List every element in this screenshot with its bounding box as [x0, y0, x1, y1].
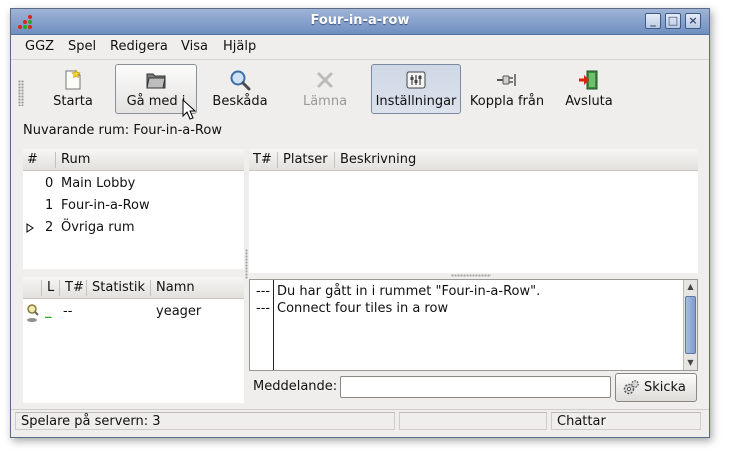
close-icon: ×	[688, 14, 698, 27]
watch-button[interactable]: Beskåda	[205, 64, 275, 114]
folder-open-icon	[146, 73, 166, 89]
player-magnifier-icon	[27, 304, 39, 322]
column-separator	[59, 280, 60, 296]
player-lag: _	[45, 304, 52, 319]
player-row[interactable]: _ -- yeager	[23, 301, 244, 323]
maximize-button[interactable]: □	[665, 13, 681, 29]
players-col-stats[interactable]: Statistik	[88, 280, 145, 295]
player-name: yeager	[156, 304, 202, 319]
status-state-cell: Chattar	[551, 412, 701, 430]
tables-col-seats[interactable]: Platser	[279, 152, 328, 167]
column-separator	[86, 280, 87, 296]
menu-visa[interactable]: Visa	[181, 39, 208, 54]
room-num: 0	[45, 176, 54, 191]
disconnect-button[interactable]: Koppla från	[465, 64, 549, 114]
tables-header: T# Platser Beskrivning	[249, 149, 698, 171]
menu-bar: GGZ Spel Redigera Visa Hjälp	[11, 36, 709, 58]
players-list[interactable]: L T# Statistik Namn _ -- yeager	[23, 277, 244, 403]
rooms-col-num[interactable]: #	[23, 152, 38, 167]
column-separator	[277, 152, 278, 168]
room-name: Main Lobby	[61, 176, 136, 191]
horizontal-splitter[interactable]	[451, 274, 491, 277]
scroll-thumb[interactable]	[685, 296, 696, 354]
menu-ggz[interactable]: GGZ	[25, 39, 54, 54]
chat-line-text: Du har gått in i rummet "Four-in-a-Row".	[277, 284, 541, 299]
status-empty-cell	[399, 412, 547, 430]
rooms-col-name[interactable]: Rum	[57, 152, 90, 167]
send-button[interactable]: Skicka	[615, 373, 697, 402]
leave-label: Lämna	[302, 94, 348, 109]
status-players: Spelare på servern: 3	[21, 414, 161, 429]
chat-log[interactable]: --- Du har gått in i rummet "Four-in-a-R…	[249, 279, 698, 371]
quit-button[interactable]: Avsluta	[557, 64, 621, 114]
start-button[interactable]: Starta	[39, 64, 107, 114]
cross-icon	[317, 72, 333, 88]
disconnect-label: Koppla från	[469, 94, 545, 109]
settings-button[interactable]: Inställningar	[371, 64, 461, 114]
room-name: Four-in-a-Row	[61, 198, 150, 213]
minimize-button[interactable]: _	[645, 13, 661, 29]
tables-col-description[interactable]: Beskrivning	[336, 152, 416, 167]
players-col-lag[interactable]: L	[43, 280, 54, 295]
title-bar[interactable]: Four-in-a-row _ □ ×	[11, 9, 709, 35]
expand-arrow-icon[interactable]	[26, 223, 34, 233]
menu-hjalp[interactable]: Hjälp	[223, 39, 256, 54]
rooms-list[interactable]: # Rum 0 Main Lobby 1 Four-in-a-Row 2 Övr…	[23, 149, 244, 269]
status-state: Chattar	[557, 414, 606, 429]
chat-line-text: Connect four tiles in a row	[277, 301, 449, 316]
scroll-down-icon[interactable]: ▼	[684, 356, 697, 370]
vertical-splitter[interactable]	[245, 249, 248, 279]
plug-icon	[497, 74, 516, 86]
room-row[interactable]: 0 Main Lobby	[23, 173, 244, 195]
room-row[interactable]: 1 Four-in-a-Row	[23, 195, 244, 217]
toolbar-grip[interactable]	[18, 80, 24, 106]
settings-sliders-icon	[406, 71, 426, 89]
room-num: 1	[45, 198, 54, 213]
player-table: --	[63, 304, 73, 319]
new-document-icon	[65, 69, 81, 90]
menu-redigera[interactable]: Redigera	[110, 39, 168, 54]
room-row[interactable]: 2 Övriga rum	[23, 217, 244, 239]
send-label: Skicka	[644, 380, 686, 395]
status-players-cell: Spelare på servern: 3	[15, 412, 395, 430]
column-separator	[150, 280, 151, 296]
minimize-icon: _	[650, 14, 656, 27]
room-name: Övriga rum	[61, 220, 135, 235]
watch-label: Beskåda	[212, 94, 268, 109]
toolbar: Starta Gå med i Beskåda Lämna Inställnin…	[11, 59, 709, 121]
players-header: L T# Statistik Namn	[23, 277, 244, 299]
close-button[interactable]: ×	[685, 13, 701, 29]
column-separator	[41, 280, 42, 296]
start-label: Starta	[53, 94, 93, 109]
rooms-header: # Rum	[23, 149, 244, 171]
chat-line-prefix: ---	[256, 301, 271, 316]
players-col-table[interactable]: T#	[61, 280, 84, 295]
app-window: Four-in-a-row _ □ × GGZ Spel Redigera Vi…	[10, 8, 710, 438]
leave-button[interactable]: Lämna	[287, 64, 363, 114]
settings-label: Inställningar	[375, 94, 457, 109]
column-separator	[55, 152, 56, 168]
quit-label: Avsluta	[565, 94, 613, 109]
window-title: Four-in-a-row	[310, 13, 410, 28]
tables-list[interactable]: T# Platser Beskrivning	[249, 149, 698, 273]
scroll-up-icon[interactable]: ▲	[684, 280, 697, 294]
tables-col-num[interactable]: T#	[249, 152, 272, 167]
menu-spel[interactable]: Spel	[68, 39, 96, 54]
mouse-cursor-icon	[182, 99, 196, 120]
column-separator	[334, 152, 335, 168]
current-room-label: Nuvarande rum: Four-in-a-Row	[23, 123, 222, 138]
exit-door-icon	[579, 70, 598, 90]
message-input[interactable]	[340, 376, 611, 398]
chat-scrollbar[interactable]: ▲ ▼	[683, 280, 697, 370]
status-bar: Spelare på servern: 3 Chattar	[11, 409, 709, 431]
message-label: Meddelande:	[253, 379, 338, 394]
magnifier-icon	[230, 70, 251, 91]
players-col-name[interactable]: Namn	[152, 280, 195, 295]
room-num: 2	[45, 220, 54, 235]
chat-divider	[273, 280, 274, 370]
gears-icon	[623, 380, 639, 395]
maximize-icon: □	[667, 14, 679, 27]
chat-line-prefix: ---	[256, 284, 271, 299]
join-button[interactable]: Gå med i	[115, 64, 197, 120]
